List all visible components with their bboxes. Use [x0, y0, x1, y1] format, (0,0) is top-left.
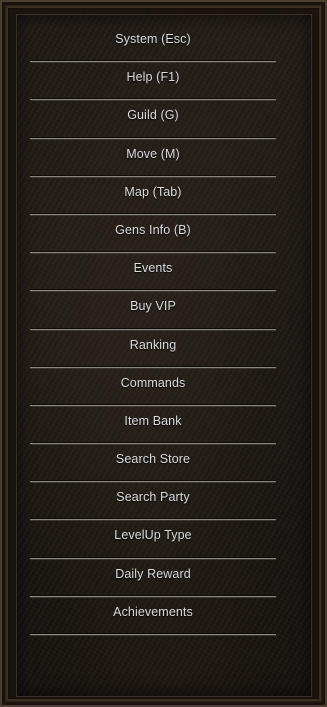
menu-item-label: Search Store	[115, 452, 191, 467]
menu-item-buy-vip[interactable]: Buy VIP	[30, 293, 276, 332]
menu-item-label: Search Party	[116, 490, 190, 505]
menu-item-move[interactable]: Move (M)	[30, 141, 276, 179]
menu-item-daily-reward[interactable]: Daily Reward	[30, 561, 276, 599]
menu-item-levelup-type[interactable]: LevelUp Type	[30, 522, 276, 561]
menu-item-label: Move (M)	[126, 146, 180, 161]
menu-item-label: Daily Reward	[115, 566, 191, 581]
menu-item-item-bank[interactable]: Item Bank	[30, 408, 276, 447]
menu-item-label: Map (Tab)	[124, 184, 182, 199]
menu-item-label: Events	[133, 261, 173, 276]
menu-item-label: System (Esc)	[115, 32, 191, 46]
menu-item-guild[interactable]: Guild (G)	[30, 102, 276, 141]
menu-item-label: Help (F1)	[126, 70, 180, 85]
menu-item-map[interactable]: Map (Tab)	[30, 179, 276, 217]
menu-item-search-store[interactable]: Search Store	[30, 446, 276, 485]
menu-item-help[interactable]: Help (F1)	[30, 64, 276, 103]
menu-item-label: Guild (G)	[127, 108, 179, 123]
menu-item-system[interactable]: System (Esc)	[30, 26, 276, 65]
menu-divider	[30, 633, 276, 637]
menu-item-commands[interactable]: Commands	[30, 370, 276, 408]
menu-item-label: Item Bank	[124, 413, 182, 428]
menu-list: System (Esc) Help (F1) Guild (G) Move (M…	[30, 26, 276, 637]
menu-item-gens-info[interactable]: Gens Info (B)	[30, 217, 276, 256]
menu-item-label: Achievements	[113, 604, 193, 619]
menu-item-achievements[interactable]: Achievements	[30, 599, 276, 637]
menu-item-events[interactable]: Events	[30, 255, 276, 294]
menu-item-search-party[interactable]: Search Party	[30, 484, 276, 523]
menu-item-label: LevelUp Type	[114, 528, 192, 543]
menu-item-label: Buy VIP	[130, 299, 176, 314]
menu-item-label: Ranking	[129, 337, 177, 352]
menu-item-ranking[interactable]: Ranking	[30, 332, 276, 370]
menu-item-label: Gens Info (B)	[115, 222, 191, 237]
game-menu-window: System (Esc) Help (F1) Guild (G) Move (M…	[0, 0, 327, 707]
menu-item-label: Commands	[120, 375, 186, 390]
